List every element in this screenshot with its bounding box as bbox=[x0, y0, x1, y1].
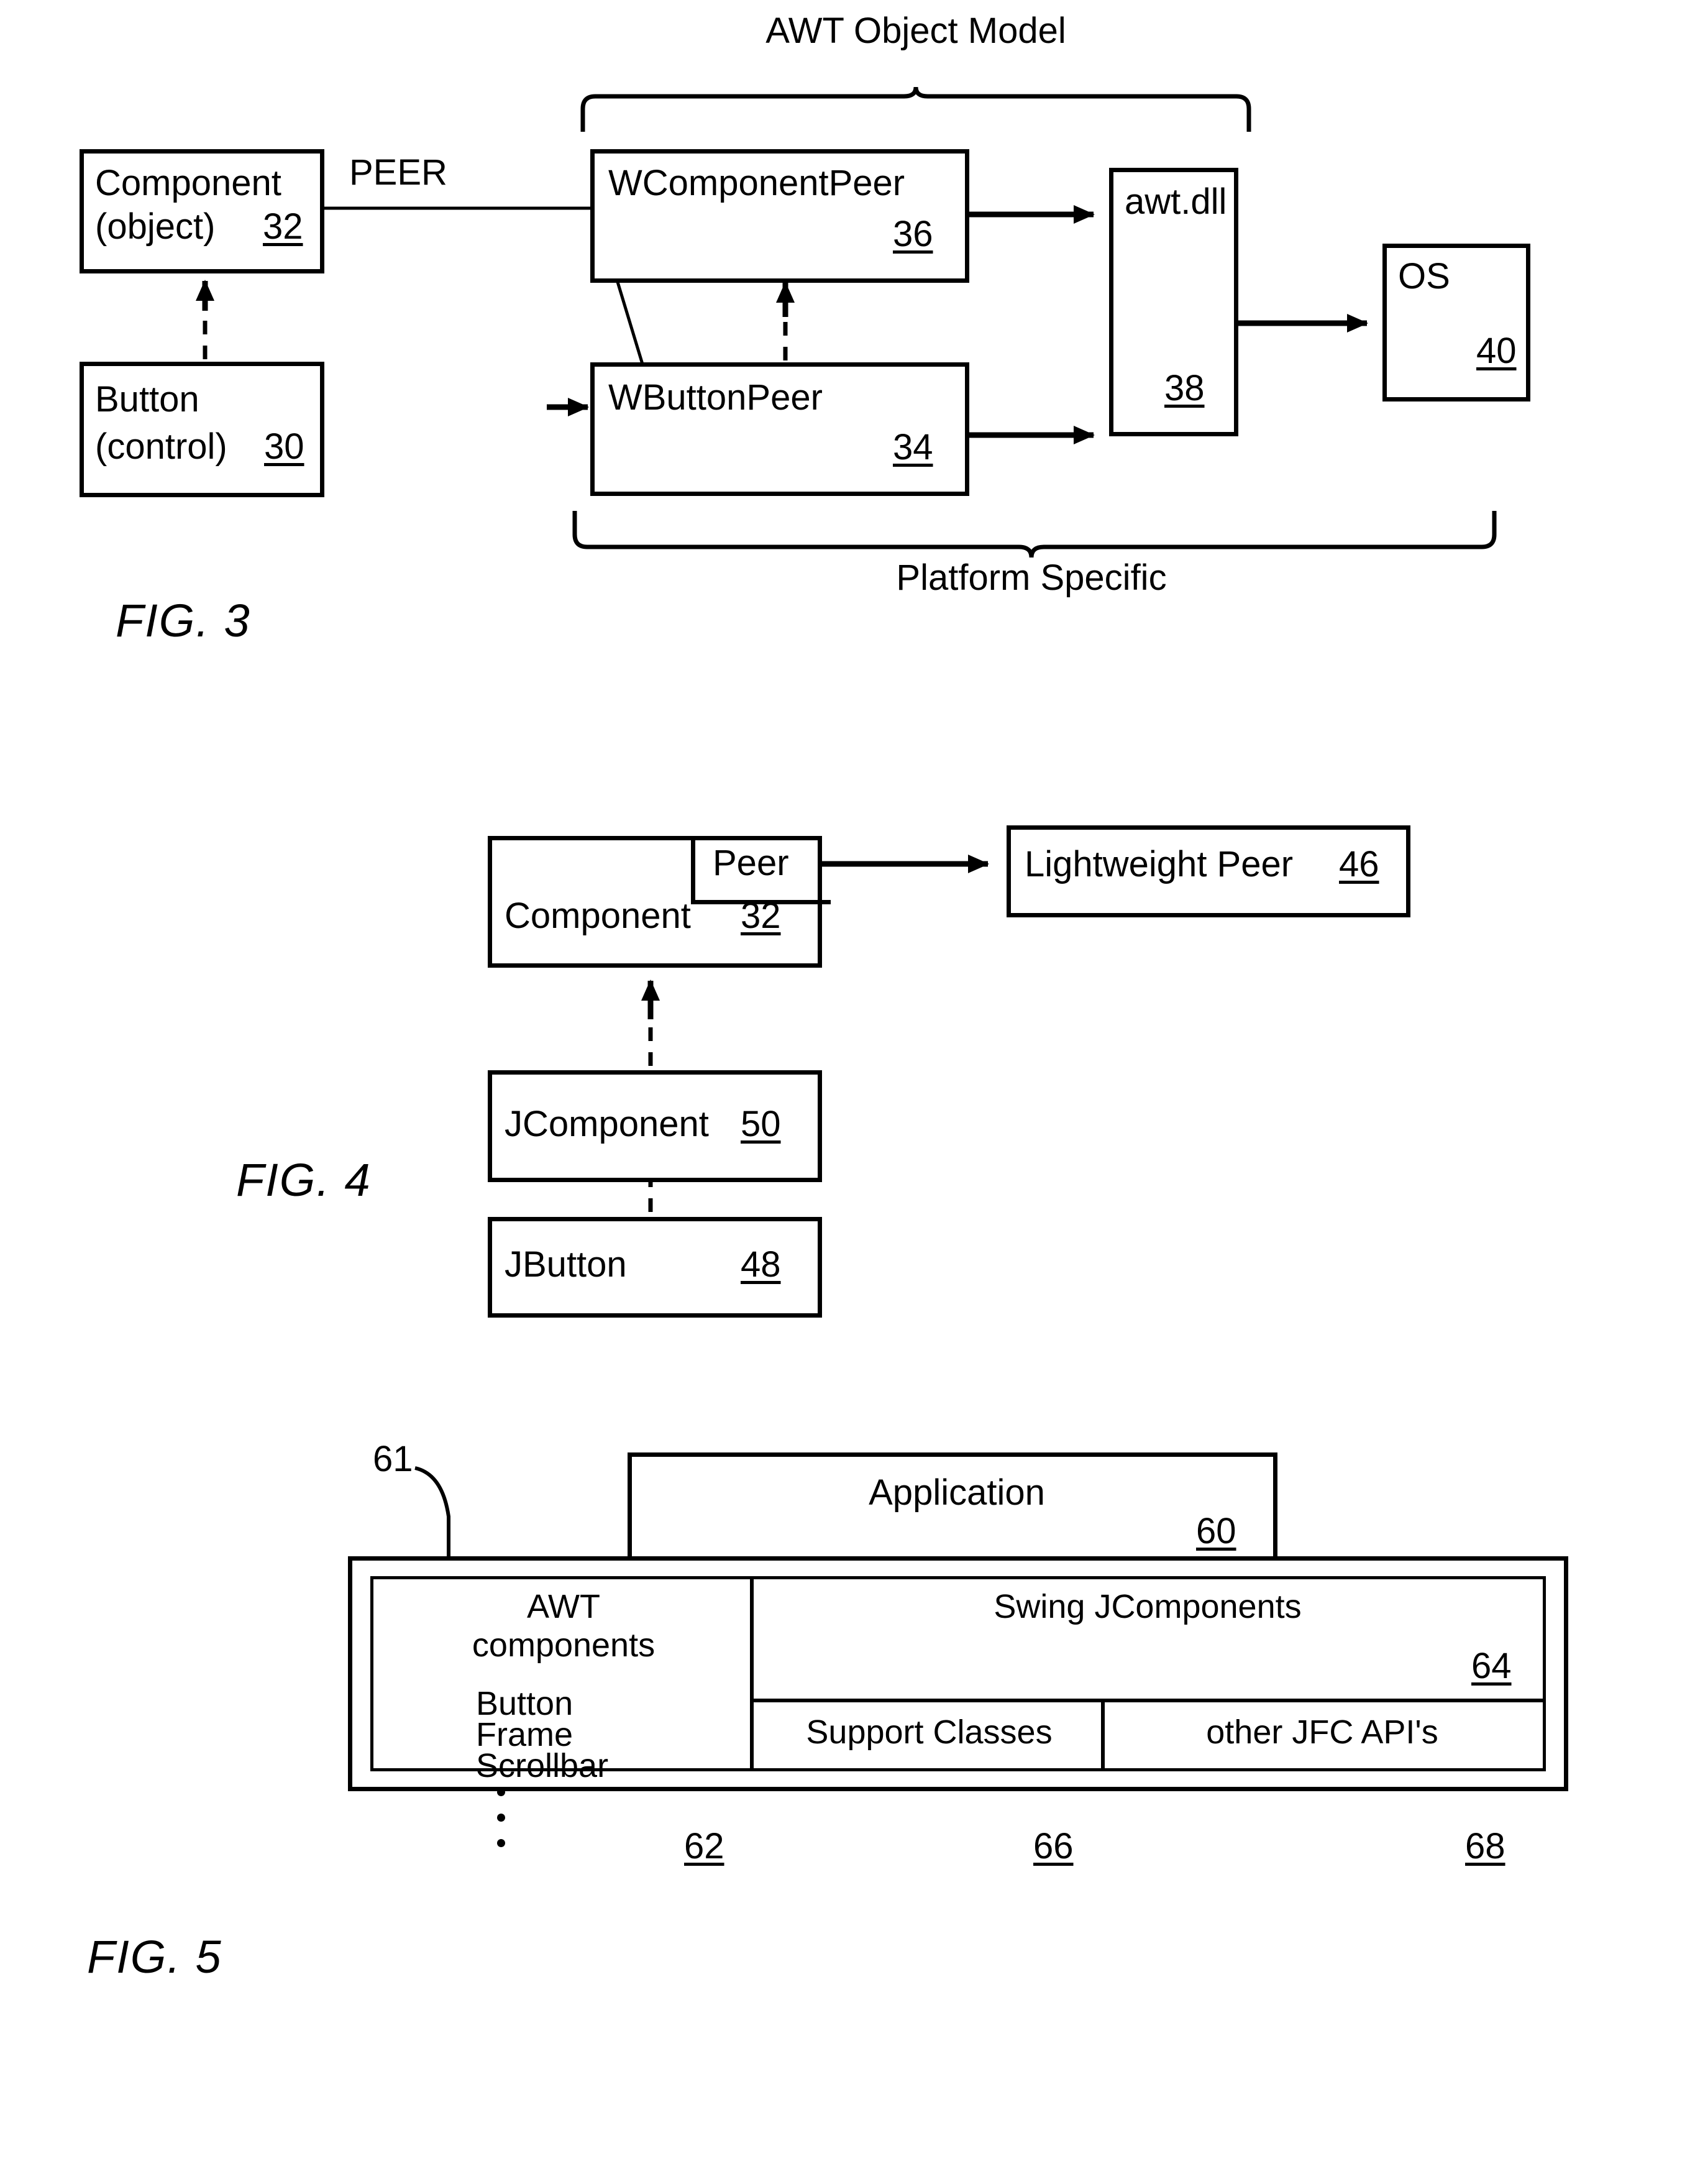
fig5-box-support-classes: Support Classes 66 bbox=[754, 1702, 1105, 1865]
ellipsis-dot bbox=[496, 1788, 505, 1796]
fig5-leader-line bbox=[414, 1466, 450, 1560]
fig5-awt-components-line2: components bbox=[472, 1627, 656, 1664]
fig5-other-jfc-apis-ref: 68 bbox=[1465, 1826, 1505, 1866]
fig5-support-classes-ref: 66 bbox=[1033, 1826, 1074, 1866]
fig5-awt-item-scrollbar: Scrollbar bbox=[476, 1747, 609, 1784]
fig5-box-application: Application 60 bbox=[628, 1452, 1277, 1561]
patent-drawing-sheet: AWT Object Model Platform Specific PEER … bbox=[0, 0, 1695, 2184]
ellipsis-dot bbox=[496, 1814, 505, 1822]
fig5-other-jfc-apis-line1: other JFC API's bbox=[1206, 1714, 1438, 1751]
fig5-swing-jcomponents-line1: Swing JComponents bbox=[994, 1588, 1302, 1625]
fig5-awt-ellipsis bbox=[488, 1788, 513, 1865]
ellipsis-dot bbox=[496, 1839, 505, 1847]
fig5-swing-jcomponents-ref: 64 bbox=[1471, 1646, 1512, 1686]
fig5-awt-components-line1: AWT bbox=[527, 1588, 600, 1625]
fig5-box-awt-components: AWT components Button Frame Scrollbar 62 bbox=[373, 1579, 754, 1865]
fig5-box-swing-jcomponents: Swing JComponents 64 bbox=[754, 1579, 1543, 1702]
fig5-awt-components-ref: 62 bbox=[684, 1826, 724, 1866]
fig5-caption: FIG. 5 bbox=[87, 1931, 222, 1983]
fig5-outer-ref-61: 61 bbox=[373, 1439, 413, 1479]
fig5-box-other-jfc-apis: other JFC API's 68 bbox=[1105, 1702, 1543, 1865]
fig5-support-classes-line1: Support Classes bbox=[806, 1714, 1053, 1751]
fig5-application-line1: Application bbox=[869, 1472, 1045, 1513]
fig5-box-inner-panel: AWT components Button Frame Scrollbar 62… bbox=[370, 1576, 1546, 1865]
fig5-application-ref: 60 bbox=[1196, 1511, 1236, 1551]
